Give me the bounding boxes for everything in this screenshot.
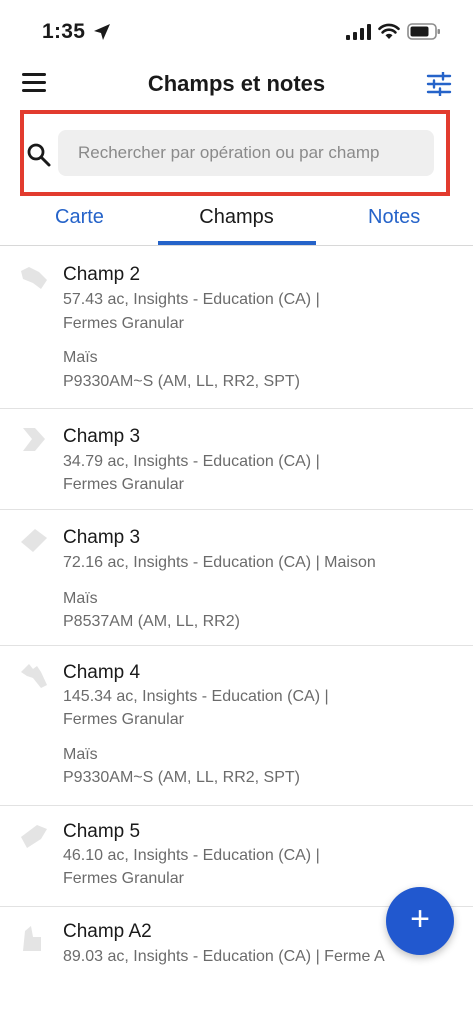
field-crop: Maïs: [63, 590, 98, 607]
field-farm: Fermes Granular: [63, 315, 184, 332]
field-name: Champ 3: [63, 527, 141, 548]
search-icon: [27, 143, 51, 167]
field-shape-icon: [21, 825, 47, 848]
page-title: Champs et notes: [147, 71, 326, 96]
field-shape-icon: [23, 926, 41, 951]
field-info: 46.10 ac, Insights - Education (CA) |: [63, 847, 320, 864]
battery-icon: [407, 23, 440, 40]
field-farm: Fermes Granular: [63, 711, 184, 728]
field-crop: Maïs: [63, 349, 98, 366]
wifi-icon: [378, 23, 400, 39]
active-tab-indicator: [158, 241, 316, 245]
tab-bar: Carte Champs Notes: [0, 196, 473, 246]
list-item[interactable]: Champ 3 72.16 ac, Insights - Education (…: [0, 510, 473, 646]
location-arrow-icon: [94, 24, 110, 40]
tab-fields[interactable]: Champs: [199, 206, 273, 228]
plus-icon: +: [410, 900, 430, 938]
list-item[interactable]: Champ 4 145.34 ac, Insights - Education …: [0, 646, 473, 806]
cellular-signal-icon: [346, 24, 371, 40]
field-name: Champ 2: [63, 264, 141, 285]
field-variety: P9330AM~S (AM, LL, RR2, SPT): [63, 769, 300, 786]
field-name: Champ 5: [63, 821, 141, 842]
field-shape-icon: [21, 267, 47, 289]
status-time: 1:35: [42, 20, 86, 43]
field-list: Champ 2 57.43 ac, Insights - Education (…: [0, 247, 473, 987]
field-info: 72.16 ac, Insights - Education (CA) | Ma…: [63, 554, 376, 571]
filter-sliders-icon[interactable]: [426, 72, 452, 96]
field-shape-icon: [21, 664, 47, 688]
add-button[interactable]: +: [386, 887, 454, 955]
field-info: 89.03 ac, Insights - Education (CA) | Fe…: [63, 948, 385, 965]
status-bar: 1:35: [0, 0, 473, 62]
field-info: 34.79 ac, Insights - Education (CA) |: [63, 453, 320, 470]
tab-map[interactable]: Carte: [55, 206, 104, 229]
field-name: Champ 4: [63, 662, 141, 683]
nav-bar: Champs et notes: [0, 62, 473, 108]
field-info: 57.43 ac, Insights - Education (CA) |: [63, 291, 320, 308]
list-item[interactable]: Champ 2 57.43 ac, Insights - Education (…: [0, 247, 473, 409]
list-item[interactable]: Champ 3 34.79 ac, Insights - Education (…: [0, 409, 473, 510]
field-farm: Fermes Granular: [63, 476, 184, 493]
search-bar: [20, 110, 450, 196]
field-name: Champ A2: [63, 921, 152, 942]
tab-notes[interactable]: Notes: [368, 206, 420, 229]
field-info: 145.34 ac, Insights - Education (CA) |: [63, 688, 329, 705]
field-shape-icon: [21, 529, 47, 552]
field-variety: P8537AM (AM, LL, RR2): [63, 613, 240, 630]
field-farm: Fermes Granular: [63, 870, 184, 887]
field-crop: Maïs: [63, 746, 98, 763]
field-variety: P9330AM~S (AM, LL, RR2, SPT): [63, 373, 300, 390]
field-shape-icon: [23, 428, 45, 451]
search-input[interactable]: [58, 130, 434, 176]
field-name: Champ 3: [63, 426, 141, 447]
